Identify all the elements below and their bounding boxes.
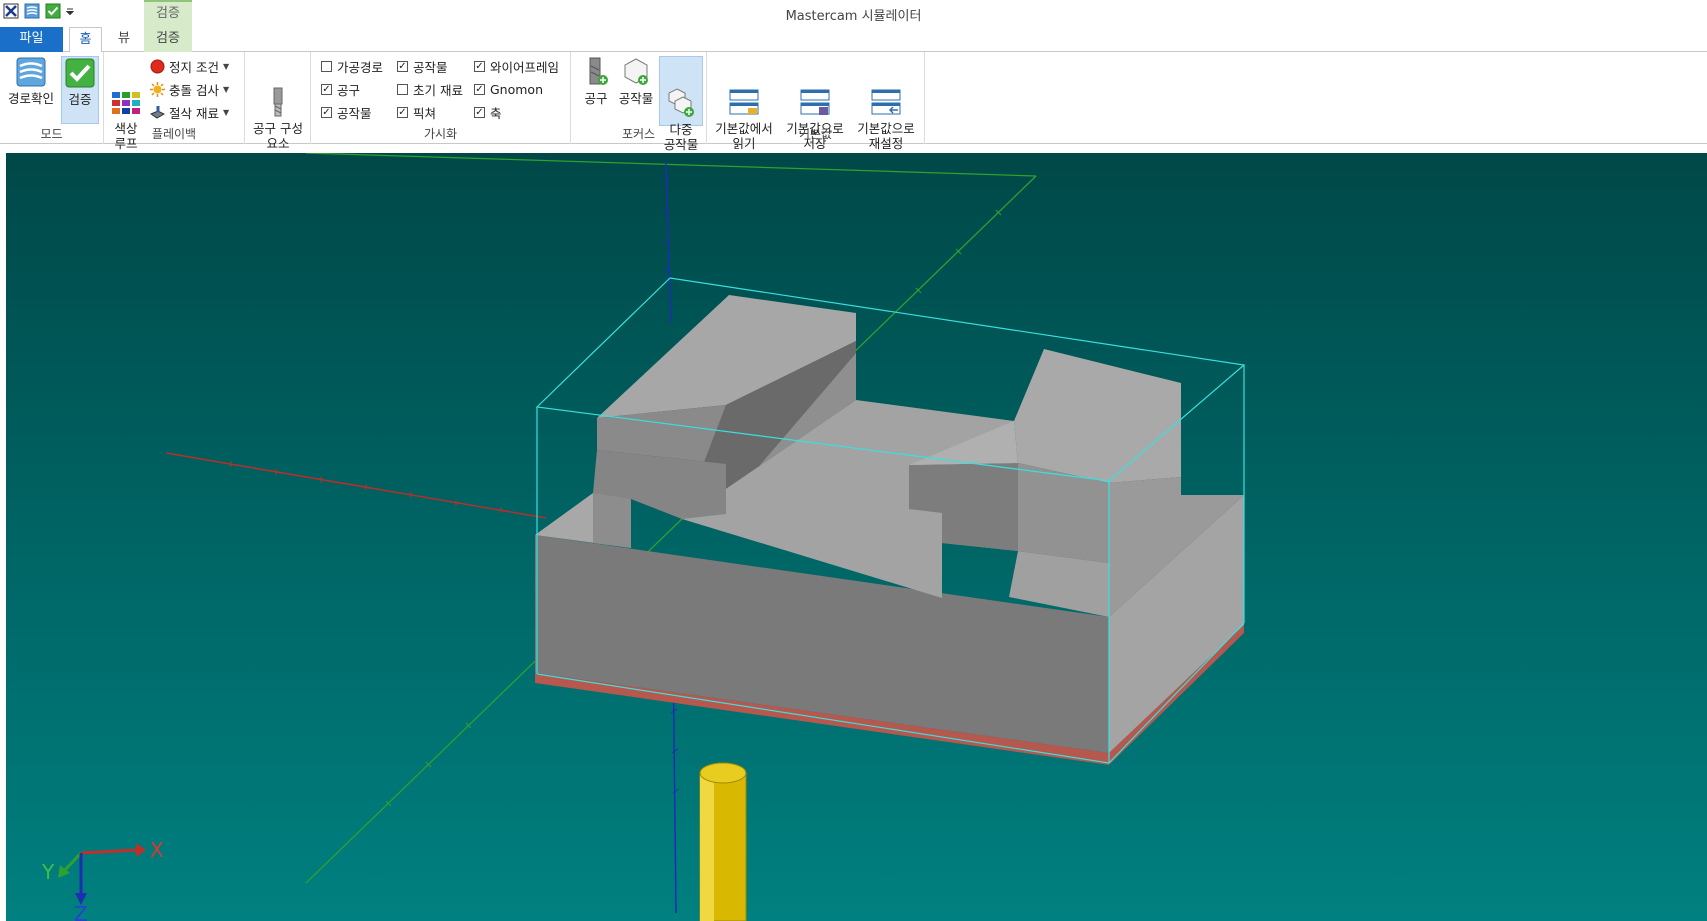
group-defaults-label: 기본값: [798, 127, 833, 141]
checkbox[interactable]: ✓: [397, 106, 408, 118]
group-tool-config: 공구 구성 요소: [245, 52, 311, 151]
tab-view[interactable]: 뷰: [108, 27, 140, 52]
focus-workpiece-label: 공작물: [618, 91, 654, 106]
ribbon: 경로확인 검증 모드 색상 루프 정지 조건 ▼ 충돌 검사 ▼ 절삭 재료 ▼…: [0, 52, 1707, 152]
checkbox[interactable]: ✓: [474, 60, 485, 72]
cut-stock-label: 절삭 재료: [169, 105, 219, 121]
cut-stock-button[interactable]: 절삭 재료 ▼: [149, 102, 230, 122]
tool-focus-icon: [580, 56, 612, 88]
group-mode: 경로확인 검증 모드: [0, 52, 104, 144]
backplot-button[interactable]: 경로확인: [4, 56, 58, 106]
vis-label: 와이어프레임: [490, 59, 560, 75]
title-bar: 검증 Mastercam 시뮬레이터: [0, 0, 1707, 27]
vis-workpiece-checkbox[interactable]: ✓ 공작물: [321, 102, 372, 122]
vis-label: 공작물: [337, 105, 372, 121]
tool-config-label: 공구 구성 요소: [253, 121, 303, 151]
collision-check-button[interactable]: 충돌 검사 ▼: [150, 79, 229, 99]
group-playback-label: 플레이백: [151, 127, 197, 141]
group-focus: 공구 공작물 다중 공작물 포커스: [571, 52, 707, 152]
vis-label: 초기 재료: [413, 82, 463, 98]
verify-check-icon: [64, 57, 96, 89]
chevron-down-icon: ▼: [222, 84, 230, 94]
checkbox[interactable]: ✓: [321, 83, 332, 95]
checkbox[interactable]: ✓: [474, 83, 485, 95]
focus-multi-workpiece-button[interactable]: 다중 공작물: [659, 56, 703, 152]
tab-verify[interactable]: 검증: [144, 27, 192, 52]
group-defaults: 기본값에서 읽기 기본값으로 저장 기본값으로 재설정 기본값: [707, 52, 925, 151]
vis-workpiece2-checkbox[interactable]: ✓ 공작물: [397, 56, 448, 76]
save-defaults-icon: [799, 71, 831, 115]
vis-label: Gnomon: [490, 81, 544, 97]
checkbox[interactable]: ✓: [321, 106, 332, 118]
checkbox[interactable]: ✓: [474, 106, 485, 118]
group-focus-label: 포커스: [621, 127, 656, 141]
verify-button[interactable]: 검증: [61, 56, 99, 124]
stop-icon: [150, 59, 165, 74]
load-defaults-icon: [728, 71, 760, 115]
endmill-icon: [262, 71, 294, 117]
focus-tool-label: 공구: [584, 91, 608, 106]
checkbox[interactable]: [321, 60, 332, 72]
vis-label: 공구: [337, 82, 361, 98]
group-playback: 색상 루프 정지 조건 ▼ 충돌 검사 ▼ 절삭 재료 ▼ 플레이백: [104, 52, 245, 151]
chevron-down-icon: ▼: [222, 107, 230, 117]
vis-initial-stock-checkbox[interactable]: 초기 재료: [397, 79, 463, 99]
viewport-canvas[interactable]: X Y Z: [6, 153, 1707, 921]
window-title: Mastercam 시뮬레이터: [785, 9, 922, 24]
gnomon-z-label: Z: [74, 902, 88, 921]
focus-tool-button[interactable]: 공구: [579, 56, 613, 106]
verify-label: 검증: [68, 92, 92, 107]
group-visibility: 가공경로 ✓ 공구 ✓ 공작물 ✓ 공작물 초기 재료 ✓ 픽쳐 ✓ 와이어프레임 ✓ Gn…: [311, 52, 571, 144]
vis-label: 축: [490, 105, 502, 121]
gnomon-x-label: X: [150, 838, 164, 862]
checkbox[interactable]: ✓: [397, 60, 408, 72]
reset-defaults-icon: [870, 71, 902, 115]
cutting-tool[interactable]: [699, 762, 747, 921]
color-grid-icon: [110, 71, 142, 114]
cut-stock-icon: [149, 105, 166, 120]
stop-conditions-button[interactable]: 정지 조건 ▼: [150, 56, 229, 76]
vis-fixture-checkbox[interactable]: ✓ 픽쳐: [397, 102, 436, 122]
tab-file[interactable]: 파일: [0, 27, 63, 52]
vis-label: 공작물: [413, 59, 448, 75]
workpiece-focus-icon: [620, 56, 652, 88]
collision-icon: [150, 81, 165, 97]
group-mode-label: 모드: [40, 127, 63, 141]
focus-workpiece-button[interactable]: 공작물: [615, 56, 657, 106]
collision-check-label: 충돌 검사: [169, 82, 219, 98]
vis-tool-checkbox[interactable]: ✓ 공구: [321, 79, 360, 99]
tab-home[interactable]: 홈: [69, 27, 102, 53]
tool-config-button[interactable]: 공구 구성 요소: [250, 56, 306, 151]
multi-workpiece-icon: [665, 72, 697, 117]
ribbon-tabs: 파일 홈 뷰 검증: [0, 27, 1707, 53]
gnomon-y-label: Y: [41, 860, 55, 884]
group-visibility-label: 가시화: [423, 127, 458, 141]
vis-wireframe-checkbox[interactable]: ✓ 와이어프레임: [474, 56, 559, 76]
vis-toolpath-checkbox[interactable]: 가공경로: [321, 56, 383, 76]
stop-conditions-label: 정지 조건: [169, 59, 219, 75]
vis-label: 가공경로: [337, 59, 384, 75]
vis-axes-checkbox[interactable]: ✓ 축: [474, 102, 502, 122]
vis-label: 픽쳐: [413, 105, 437, 121]
checkbox[interactable]: [397, 83, 408, 95]
vis-gnomon-checkbox[interactable]: ✓ Gnomon: [474, 79, 543, 99]
simulation-viewport[interactable]: X Y Z: [6, 153, 1707, 921]
chevron-down-icon: ▼: [222, 61, 230, 71]
backplot-icon: [15, 56, 47, 88]
backplot-label: 경로확인: [7, 91, 54, 106]
